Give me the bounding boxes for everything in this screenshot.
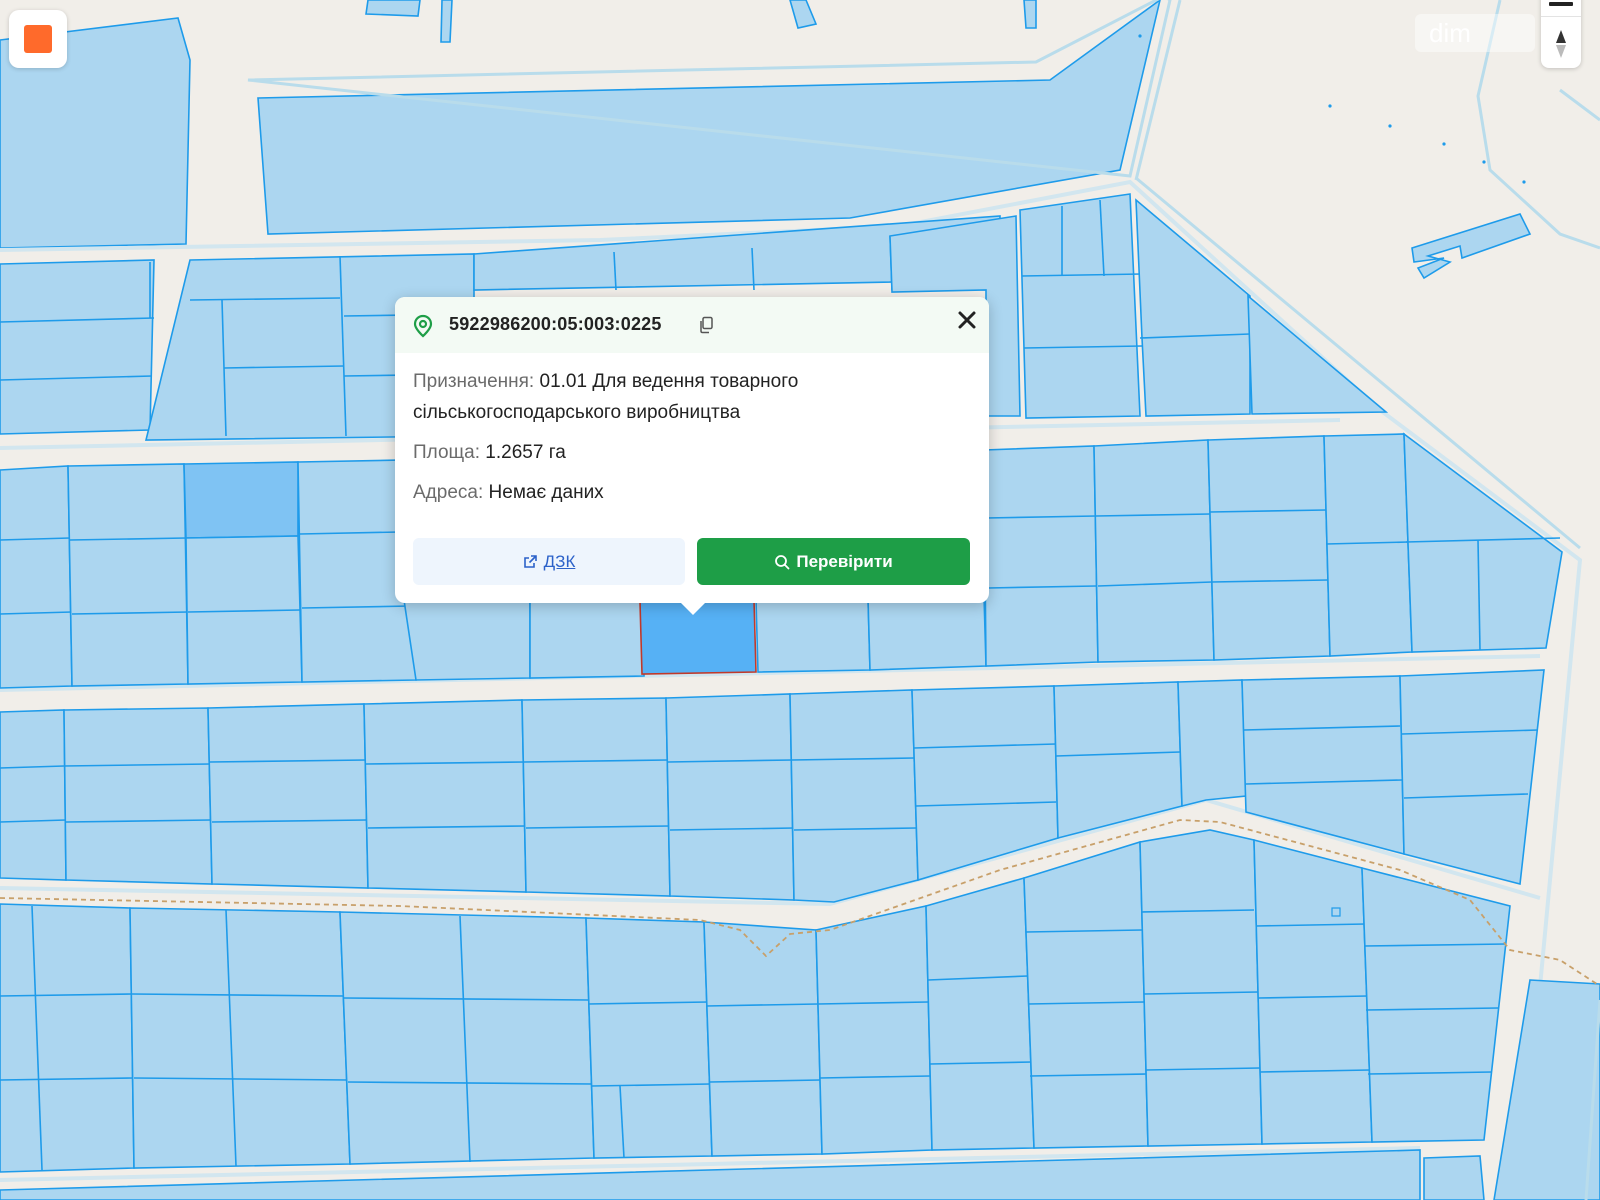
parcel[interactable] bbox=[67, 463, 189, 687]
parcel[interactable] bbox=[1023, 840, 1149, 1149]
address-row: Адреса: Немає даних bbox=[413, 477, 604, 508]
parcel[interactable] bbox=[183, 461, 299, 539]
parcel[interactable] bbox=[789, 0, 818, 29]
orange-square-logo bbox=[24, 25, 52, 53]
parcel[interactable] bbox=[1241, 675, 1405, 856]
parcel[interactable] bbox=[63, 707, 213, 885]
compass-icon[interactable] bbox=[1553, 28, 1569, 60]
parcel[interactable] bbox=[1177, 679, 1247, 808]
parcel[interactable] bbox=[1253, 838, 1373, 1145]
parcel[interactable] bbox=[1247, 294, 1389, 415]
address-value: Немає даних bbox=[488, 482, 604, 503]
parcel[interactable] bbox=[1493, 979, 1600, 1200]
area-value: 1.2657 га bbox=[485, 442, 566, 463]
parcel-popup: 5922986200:05:003:0225 Призначення: 01.0… bbox=[395, 297, 989, 603]
purpose-row-cont: сільськогосподарського виробництва bbox=[413, 397, 740, 428]
parcel[interactable] bbox=[1019, 193, 1141, 419]
parcel[interactable] bbox=[815, 905, 933, 1155]
parcel[interactable] bbox=[365, 0, 421, 17]
check-button[interactable]: Перевірити bbox=[697, 538, 970, 585]
parcel[interactable] bbox=[867, 595, 987, 671]
parcel[interactable] bbox=[1399, 669, 1545, 886]
parcel[interactable] bbox=[440, 0, 453, 43]
search-icon bbox=[775, 554, 790, 569]
popup-header: 5922986200:05:003:0225 bbox=[395, 297, 989, 353]
popup-pointer bbox=[679, 601, 707, 615]
map-watermark: dim bbox=[1415, 14, 1535, 52]
purpose-value: 01.01 Для ведення товарного bbox=[539, 371, 799, 392]
parcel[interactable] bbox=[911, 685, 1059, 882]
map-controls bbox=[1541, 0, 1581, 68]
parcel[interactable] bbox=[521, 697, 671, 897]
parcel[interactable] bbox=[665, 693, 795, 901]
divider bbox=[1541, 16, 1581, 17]
parcel[interactable] bbox=[1135, 198, 1251, 417]
parcel[interactable] bbox=[1053, 681, 1183, 840]
parcel[interactable] bbox=[1411, 213, 1532, 280]
parcel[interactable] bbox=[983, 445, 1099, 667]
parcel[interactable] bbox=[1361, 866, 1511, 1143]
address-label: Адреса: bbox=[413, 482, 484, 503]
purpose-label: Призначення: bbox=[413, 371, 535, 392]
parcel[interactable] bbox=[0, 465, 73, 689]
map-pin-icon bbox=[413, 314, 433, 338]
close-icon[interactable] bbox=[956, 309, 978, 331]
dzk-button[interactable]: ДЗК bbox=[413, 538, 685, 585]
parcel[interactable] bbox=[363, 699, 527, 893]
area-label: Площа: bbox=[413, 442, 481, 463]
purpose-row: Призначення: 01.01 Для ведення товарного bbox=[413, 366, 798, 397]
parcel[interactable] bbox=[0, 709, 67, 881]
zoom-out-icon[interactable] bbox=[1549, 2, 1573, 6]
area-row: Площа: 1.2657 га bbox=[413, 437, 566, 468]
parcel[interactable] bbox=[1023, 0, 1037, 29]
parcel[interactable] bbox=[0, 259, 155, 435]
parcel[interactable] bbox=[129, 907, 351, 1169]
parcel[interactable] bbox=[257, 0, 1161, 235]
parcel[interactable] bbox=[339, 911, 595, 1165]
parcel[interactable] bbox=[755, 597, 871, 673]
parcel[interactable] bbox=[403, 597, 531, 681]
purpose-value-cont: сільськогосподарського виробництва bbox=[413, 402, 741, 423]
cadastral-number: 5922986200:05:003:0225 bbox=[449, 314, 662, 334]
external-link-icon bbox=[523, 555, 537, 568]
parcel[interactable] bbox=[789, 689, 919, 903]
parcel[interactable] bbox=[585, 917, 713, 1159]
parcel[interactable] bbox=[1093, 439, 1215, 663]
check-label: Перевірити bbox=[796, 551, 893, 571]
parcel[interactable] bbox=[703, 921, 823, 1157]
logo-button[interactable] bbox=[9, 10, 67, 68]
parcel[interactable] bbox=[0, 903, 135, 1173]
parcel[interactable] bbox=[1207, 435, 1331, 661]
parcel[interactable] bbox=[1423, 1155, 1485, 1200]
dzk-label: ДЗК bbox=[543, 551, 576, 571]
parcel[interactable] bbox=[1139, 829, 1263, 1147]
parcel[interactable] bbox=[925, 876, 1035, 1151]
copy-icon[interactable] bbox=[698, 316, 714, 334]
parcel[interactable] bbox=[529, 595, 645, 679]
parcel[interactable] bbox=[207, 703, 369, 889]
parcel[interactable] bbox=[1323, 433, 1413, 657]
